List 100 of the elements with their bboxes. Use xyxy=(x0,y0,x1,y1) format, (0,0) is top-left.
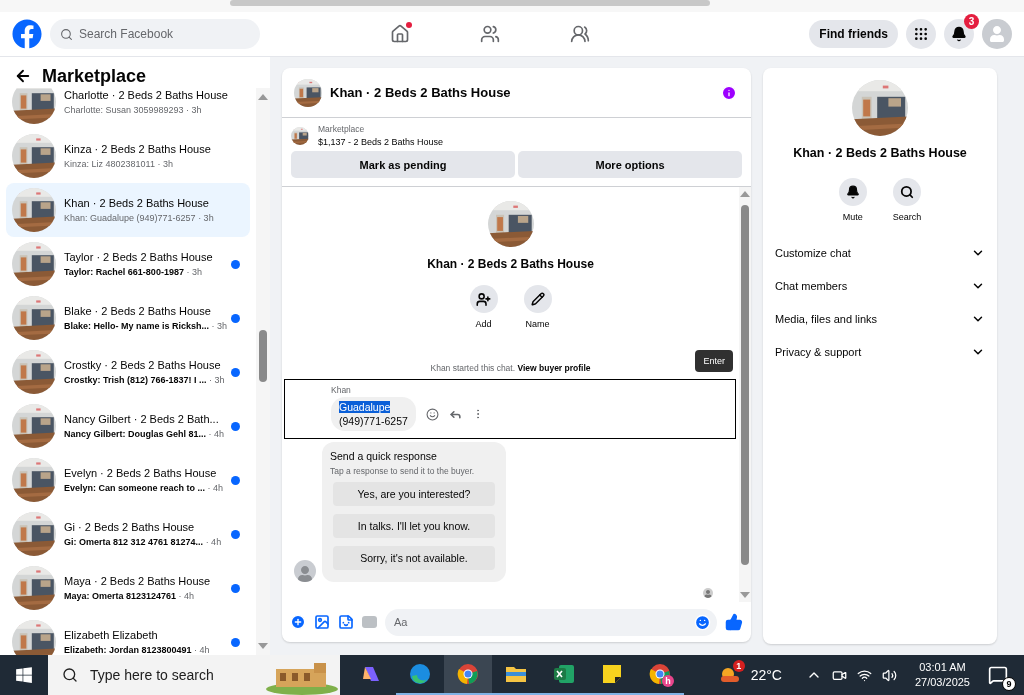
quick-response-button[interactable]: Yes, are you interested? xyxy=(333,482,495,506)
conversation-title: Evelyn · 2 Beds 2 Baths House xyxy=(64,467,218,479)
buyer-profile-link[interactable]: View buyer profile xyxy=(517,363,591,373)
photo-icon[interactable] xyxy=(314,614,330,630)
react-icon[interactable] xyxy=(425,407,439,421)
conversation-preview: Gi: Omerta 812 312 4761 81274... · 4h xyxy=(64,537,223,547)
section-title[interactable]: Privacy & support xyxy=(775,345,862,358)
notification-badge: 3 xyxy=(964,14,979,29)
conversation-item[interactable]: Charlotte · 2 Beds 2 Baths House Charlotte: Susan 3059989293 · 3h xyxy=(6,88,250,129)
quick-response-title: Send a quick response xyxy=(330,450,438,462)
conversation-title: Maya · 2 Beds 2 Baths House xyxy=(64,575,212,587)
start-icon[interactable] xyxy=(15,666,33,684)
quick-response-button[interactable]: Sorry, it's not available. xyxy=(333,546,495,570)
section-title[interactable]: Chat members xyxy=(775,279,848,292)
search-icon xyxy=(900,185,914,199)
add-person-button[interactable] xyxy=(469,285,498,313)
notifications-icon[interactable] xyxy=(988,665,1008,685)
conversation-title: Charlotte · 2 Beds 2 Baths House xyxy=(64,89,229,101)
add-person-icon xyxy=(476,291,491,307)
info-icon[interactable] xyxy=(721,84,737,101)
quick-response-hint: Tap a response to send it to the buyer. xyxy=(330,466,476,476)
chat-title: Khan · 2 Beds 2 Baths House xyxy=(330,85,512,100)
conversation-item[interactable]: Crostky · 2 Beds 2 Baths House Crostky: Trish (812) 766-1837! I ... · 3h xyxy=(6,345,250,399)
sticky-note-icon[interactable] xyxy=(601,663,623,685)
sender-avatar xyxy=(294,560,316,582)
listing-summary: $1,137 - 2 Beds 2 Baths House xyxy=(318,137,444,147)
listing-action-button[interactable]: Mark as pending xyxy=(291,151,515,178)
bell-button[interactable] xyxy=(838,178,867,206)
sidebar-title: Marketplace xyxy=(42,65,147,87)
conversation-item[interactable]: Maya · 2 Beds 2 Baths House Maya: Omerta 8123124761 · 4h xyxy=(6,561,250,615)
search-field[interactable]: Search Facebook xyxy=(50,19,260,49)
quick-response-button[interactable]: In talks. I'll let you know. xyxy=(333,514,495,538)
wifi-icon[interactable] xyxy=(856,667,872,683)
scrollbar[interactable] xyxy=(256,88,270,655)
taskbar-search-field[interactable]: Type here to search xyxy=(48,655,340,695)
facebook-logo[interactable] xyxy=(12,19,42,49)
tooltip: Enter xyxy=(695,350,733,372)
scrollbar[interactable] xyxy=(0,0,1024,12)
clock[interactable]: 03:01 AM 27/03/2025 xyxy=(914,660,970,690)
profile-badge: h xyxy=(662,675,674,687)
grid-icon xyxy=(913,26,929,42)
conversation-title: Kinza · 2 Beds 2 Baths House xyxy=(64,143,212,155)
action-label: Search xyxy=(892,212,922,222)
details-title: Khan · 2 Beds 2 Baths House xyxy=(792,146,968,160)
message-field[interactable]: Aa xyxy=(385,608,717,636)
conversation-item[interactable]: Gi · 2 Beds 2 Baths House Gi: Omerta 812 312 4761 81274... · 4h xyxy=(6,507,250,561)
conversation-title: Elizabeth Elizabeth xyxy=(64,629,159,641)
section-title[interactable]: Media, files and links xyxy=(775,312,878,325)
scrollbar[interactable] xyxy=(739,187,751,602)
like-icon[interactable] xyxy=(725,613,743,631)
notification-count: 9 xyxy=(1002,677,1016,691)
conversation-preview: Nancy Gilbert: Douglas Gehl 81... · 4h xyxy=(64,429,223,439)
emoji-icon[interactable] xyxy=(694,613,711,631)
notifications-button[interactable] xyxy=(944,19,974,49)
find-friends-button[interactable]: Find friends xyxy=(809,20,898,48)
notification-dot xyxy=(405,22,412,28)
conversation-preview: Elizabeth: Jordan 8123800491 · 4h xyxy=(64,645,211,655)
action-label: Name xyxy=(525,319,550,329)
chrome-icon[interactable] xyxy=(457,663,479,685)
sticker-icon[interactable] xyxy=(338,614,354,630)
section-title[interactable]: Customize chat xyxy=(775,246,851,259)
listing-action-button[interactable]: More options xyxy=(518,151,742,178)
taskbar-app[interactable] xyxy=(444,655,492,695)
conversation-item[interactable]: Blake · 2 Beds 2 Baths House Blake: Hello- My name is Ricksh... · 3h xyxy=(6,291,250,345)
search-button[interactable] xyxy=(893,178,921,206)
conversation-item[interactable]: Evelyn · 2 Beds 2 Baths House Evelyn: Can someone reach to ... · 4h xyxy=(6,453,250,507)
temperature[interactable]: 22°C xyxy=(750,667,782,683)
pencil-icon xyxy=(530,292,545,306)
conversation-item[interactable]: Khan · 2 Beds 2 Baths House Khan: Guadalupe (949)771-6257 · 3h xyxy=(6,183,250,237)
conversation-item[interactable]: Nancy Gilbert · 2 Beds 2 Bath... Nancy Gilbert: Douglas Gehl 81... · 4h xyxy=(6,399,250,453)
conversation-preview: Crostky: Trish (812) 766-1837! I ... · 3h xyxy=(64,375,223,385)
conversation-title: Gi · 2 Beds 2 Baths House xyxy=(64,521,196,533)
search-icon xyxy=(62,667,78,683)
conversation-preview: Khan: Guadalupe (949)771-6257 · 3h xyxy=(64,213,215,223)
bell-icon xyxy=(845,185,860,199)
taskbar-app[interactable]: h xyxy=(636,655,684,695)
pencil-button[interactable] xyxy=(523,285,552,313)
chat-intro-title: Khan · 2 Beds 2 Baths House xyxy=(427,257,594,271)
conversation-preview: Charlotte: Susan 3059989293 · 3h xyxy=(64,105,203,115)
volume-icon[interactable] xyxy=(881,667,897,683)
home-icon[interactable] xyxy=(389,24,410,44)
group-icon[interactable] xyxy=(569,24,590,44)
message-text: Guadalupe xyxy=(339,401,391,413)
bell-icon xyxy=(951,26,967,42)
chrome-icon[interactable] xyxy=(649,663,671,685)
folder-icon[interactable] xyxy=(505,664,527,684)
edge-icon[interactable] xyxy=(409,663,431,685)
chat-started-text: Khan started this chat. View buyer profile xyxy=(430,363,591,373)
plus-icon[interactable] xyxy=(290,614,306,630)
people-icon[interactable] xyxy=(479,24,500,44)
conversation-title: Crostky · 2 Beds 2 Baths House xyxy=(64,359,222,371)
conversation-preview: Evelyn: Can someone reach to ... · 4h xyxy=(64,483,223,493)
conversation-item[interactable]: Kinza · 2 Beds 2 Baths House Kinza: Liz 4802381011 · 3h xyxy=(6,129,250,183)
menu-button[interactable] xyxy=(906,19,936,49)
conversation-preview: Taylor: Rachel 661-800-1987 · 3h xyxy=(64,267,203,277)
action-label: Mute xyxy=(842,212,863,222)
action-label: Add xyxy=(475,319,492,329)
conversation-item[interactable]: Taylor · 2 Beds 2 Baths House Taylor: Rachel 661-800-1987 · 3h xyxy=(6,237,250,291)
conversation-preview: Kinza: Liz 4802381011 · 3h xyxy=(64,159,174,169)
spreadsheet-icon[interactable] xyxy=(553,663,575,685)
